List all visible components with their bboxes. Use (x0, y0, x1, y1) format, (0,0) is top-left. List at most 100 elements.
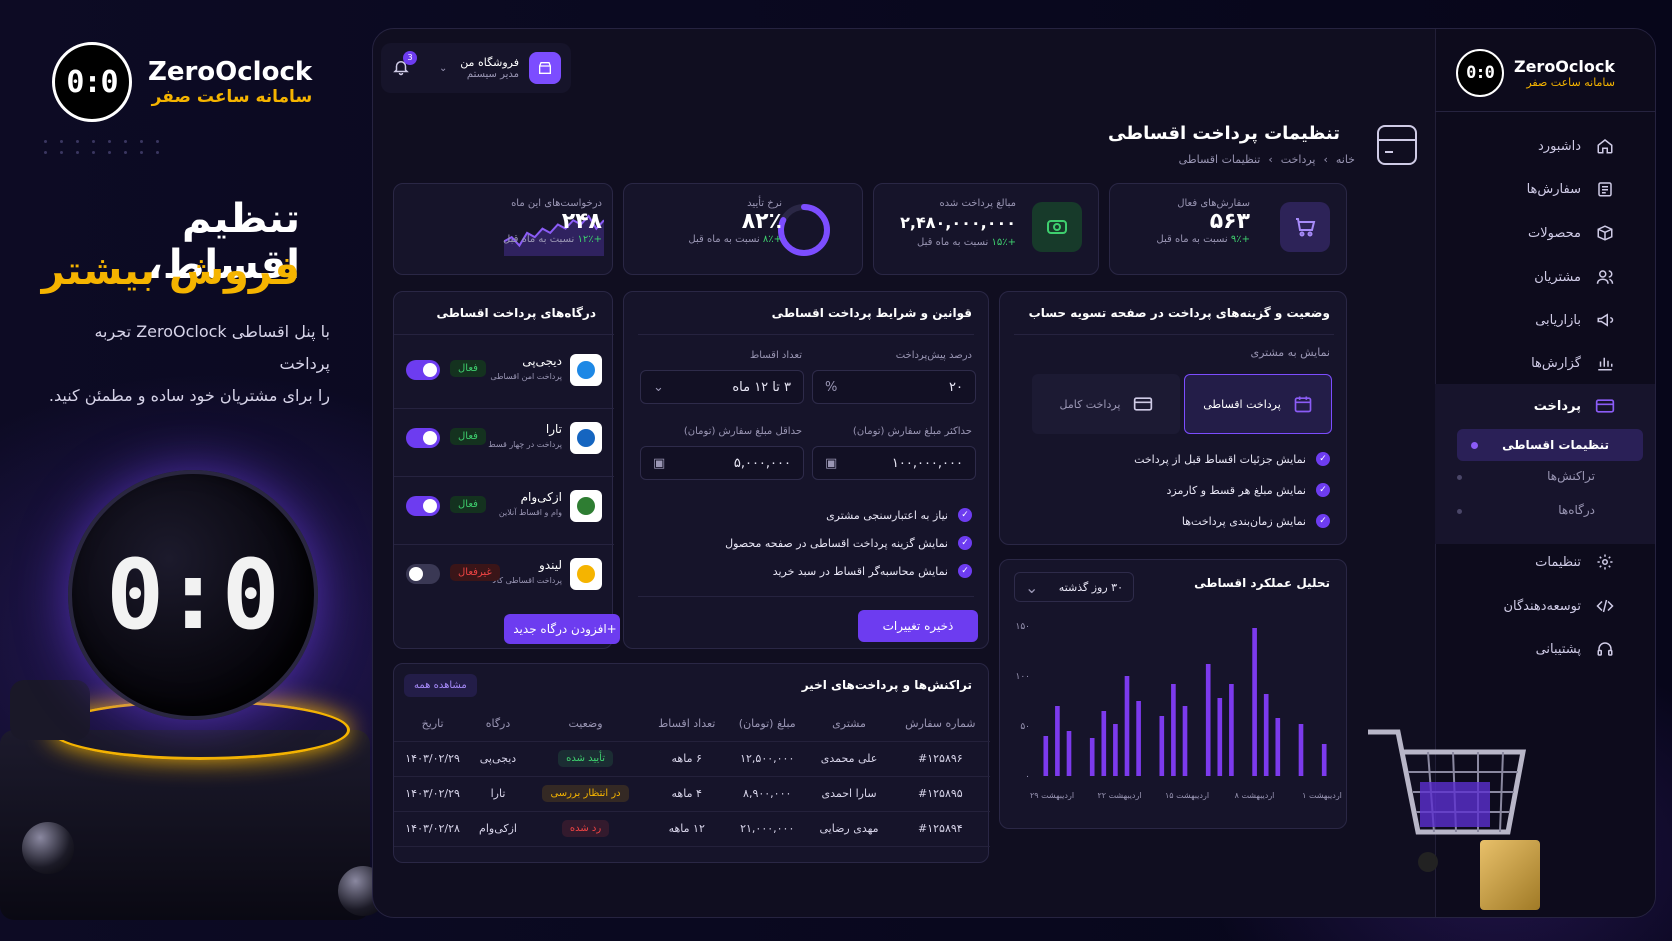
rules-check-1[interactable]: ✓ نمایش گزینه پرداخت اقساطی در صفحه محصول (725, 536, 972, 550)
table-header: درگاه (471, 706, 525, 742)
chart-bar (1217, 698, 1223, 776)
min-amount-input[interactable]: ۵,۰۰۰,۰۰۰ ▣ (640, 446, 804, 480)
rules-check-2[interactable]: ✓ نمایش محاسبه‌گر اقساط در سبد خرید (773, 564, 972, 578)
stat-card-requests: درخواست‌های این ماه ۲۴۸ +۱۲٪ نسبت به ماه… (393, 183, 613, 275)
table-row[interactable]: #۱۲۵۸۹۵ سارا احمدی ۸,۹۰۰,۰۰۰ ۴ ماهه در انتظا… (394, 776, 990, 812)
sidebar-item-label: پرداخت (1533, 398, 1581, 414)
sidebar-item-orders[interactable]: سفارش‌ها (1527, 179, 1615, 199)
table-cell: ۴ ماهه (646, 776, 728, 812)
status-cell: در انتظار بررسی (524, 776, 647, 812)
card-icon (1133, 394, 1153, 414)
sidebar-item-payment[interactable]: پرداخت (1534, 396, 1615, 416)
sidebar-item-label: سفارش‌ها (1526, 181, 1581, 197)
prepay-input[interactable]: ۲۰% (812, 370, 976, 404)
checkout-check-2[interactable]: ✓ نمایش زمان‌بندی پرداخت‌ها (1182, 514, 1330, 528)
chart-icon (1595, 353, 1615, 373)
table-cell: سارا احمدی (807, 776, 891, 812)
checkout-check-0[interactable]: ✓ نمایش جزئیات اقساط قبل از پرداخت (1134, 452, 1330, 466)
store-selector[interactable]: فروشگاه من مدیر سیستم (457, 56, 519, 80)
gateway-row: تارا پرداخت در چهار قسط فعال (394, 416, 614, 477)
hero-description: با پنل اقساطی ZeroOclock تجربه پرداخت را… (40, 316, 330, 412)
approval-progress-ring (778, 204, 830, 256)
breadcrumb-payment[interactable]: پرداخت (1281, 153, 1316, 166)
sidebar-item-dashboard[interactable]: داشبورد (1538, 136, 1615, 156)
sidebar-item-support[interactable]: پشتیبانی (1536, 639, 1615, 659)
count-label: تعداد اقساط (749, 350, 802, 361)
notification-button[interactable]: 3 (391, 50, 417, 80)
chart-bar (1275, 718, 1281, 776)
analysis-bar-chart: ۱۵۰ ۱۰۰ ۵۰ ۰ ۱ اردیبهشت ۸ اردیبهشت ۱۵ اردیبهشت… (1015, 622, 1341, 800)
headset-icon (1595, 639, 1615, 659)
chart-bar (1205, 664, 1211, 776)
sidebar-item-settings[interactable]: تنظیمات (1535, 552, 1615, 572)
subitem-label: تنظیمات اقساطی (1502, 438, 1609, 452)
chevron-down-icon[interactable]: ⌄ (439, 63, 447, 74)
view-all-button[interactable]: مشاهده همه (404, 674, 477, 697)
check-label: نمایش محاسبه‌گر اقساط در سبد خرید (772, 564, 948, 578)
sidebar-item-reports[interactable]: گزارش‌ها (1531, 353, 1615, 373)
gateway-logo-icon (570, 422, 602, 454)
gateway-toggle[interactable] (406, 360, 440, 380)
option-installment[interactable]: پرداخت اقساطی (1184, 374, 1332, 434)
card-header-icon (1377, 125, 1417, 165)
sidebar-item-developers[interactable]: توسعه‌دهندگان (1503, 596, 1615, 616)
installment-count-select[interactable]: ۳ تا ۱۲ ماه ⌄ (640, 370, 804, 404)
sidebar-item-label: بازاریابی (1535, 312, 1581, 328)
gateway-toggle[interactable] (406, 428, 440, 448)
sidebar-item-products[interactable]: محصولات (1528, 223, 1615, 243)
gateway-logo-icon (570, 354, 602, 386)
gateway-toggle[interactable] (406, 496, 440, 516)
option-full[interactable]: پرداخت کامل (1032, 374, 1180, 434)
sidebar-subitem-gateways[interactable]: درگاه‌ها (1457, 503, 1629, 517)
y-tick-label: ۱۰۰ (1015, 672, 1030, 682)
gateway-toggle[interactable] (406, 564, 440, 584)
chart-bar (1321, 744, 1327, 776)
stat-delta-label: نسبت به ماه قبل (1156, 234, 1228, 245)
max-amount-value: ۱۰۰,۰۰۰,۰۰۰ (891, 455, 963, 471)
gateway-logo-icon (570, 490, 602, 522)
stat-value: ۸۲٪ (741, 209, 782, 234)
stat-delta-label: نسبت به ماه قبل (688, 234, 760, 245)
chart-bar (1263, 694, 1269, 776)
prepay-value: ۲۰ (949, 379, 963, 395)
table-row[interactable]: #۱۲۵۸۹۴ مهدی رضایی ۲۱,۰۰۰,۰۰۰ ۱۲ ماهه رد شده… (394, 811, 990, 847)
chevron-down-icon: ⌄ (1025, 577, 1039, 597)
breadcrumb-home[interactable]: خانه (1336, 153, 1355, 166)
sidebar-subitem-transactions[interactable]: تراکنش‌ها (1457, 469, 1629, 483)
sidebar-item-label: محصولات (1528, 225, 1581, 241)
breadcrumb: خانه › پرداخت › تنظیمات اقساطی (1178, 153, 1355, 166)
toggle-knob (423, 363, 437, 377)
table-row[interactable]: #۱۲۵۸۹۶ علی محمدی ۱۲,۵۰۰,۰۰۰ ۶ ماهه تأیید شد… (394, 741, 990, 777)
table-cell: ۸,۹۰۰,۰۰۰ (727, 776, 808, 812)
sidebar-item-marketing[interactable]: بازاریابی (1535, 310, 1615, 330)
home-icon (1595, 136, 1615, 156)
table-header: تاریخ (394, 706, 472, 742)
add-gateway-button[interactable]: افزودن درگاه جدید + (504, 614, 620, 644)
sidebar-subitem-installment-settings[interactable]: تنظیمات اقساطی (1457, 429, 1643, 461)
stat-value: ۲۴۸ (561, 209, 602, 234)
sidebar-brand-name: ZeroOclock (1513, 57, 1615, 76)
table-cell: تارا (471, 776, 525, 812)
save-button[interactable]: ذخیره تغییرات (858, 610, 978, 642)
rules-check-0[interactable]: ✓ نیاز به اعتبارسنجی مشتری (826, 508, 972, 522)
checkout-check-1[interactable]: ✓ نمایش مبلغ هر قسط و کارمزد (1166, 483, 1330, 497)
chart-bar (1252, 628, 1257, 776)
store-icon (529, 52, 561, 84)
sidebar-item-customers[interactable]: مشتریان (1534, 267, 1615, 287)
table-cell: ۱۴۰۳/۰۲/۲۹ (394, 741, 472, 777)
table-cell: ازکی‌وام (471, 811, 525, 847)
status-badge: رد شده (561, 820, 610, 837)
stat-label: نرخ تأیید (747, 198, 782, 209)
max-amount-input[interactable]: ۱۰۰,۰۰۰,۰۰۰ ▣ (812, 446, 976, 480)
table-cell: مهدی رضایی (807, 811, 891, 847)
y-tick-label: ۵۰ (1020, 722, 1030, 732)
stat-delta: +۸٪ (762, 234, 782, 245)
analysis-title: تحلیل عملکرد اقساطی (1194, 576, 1330, 590)
table-header: شماره سفارش (890, 706, 990, 742)
sidebar-brand: 0:0 ZeroOclock سامانه ساعت صفر (1455, 49, 1615, 97)
option-full-label: پرداخت کامل (1059, 397, 1121, 411)
checkout-options-card: وضعیت و گزینه‌های پرداخت در صفحه تسویه ح… (999, 291, 1347, 545)
chart-bar (1159, 716, 1165, 776)
range-select[interactable]: ۳۰ روز گذشته ⌄ (1014, 572, 1134, 602)
prepay-label: درصد پیش‌پرداخت (895, 350, 972, 361)
